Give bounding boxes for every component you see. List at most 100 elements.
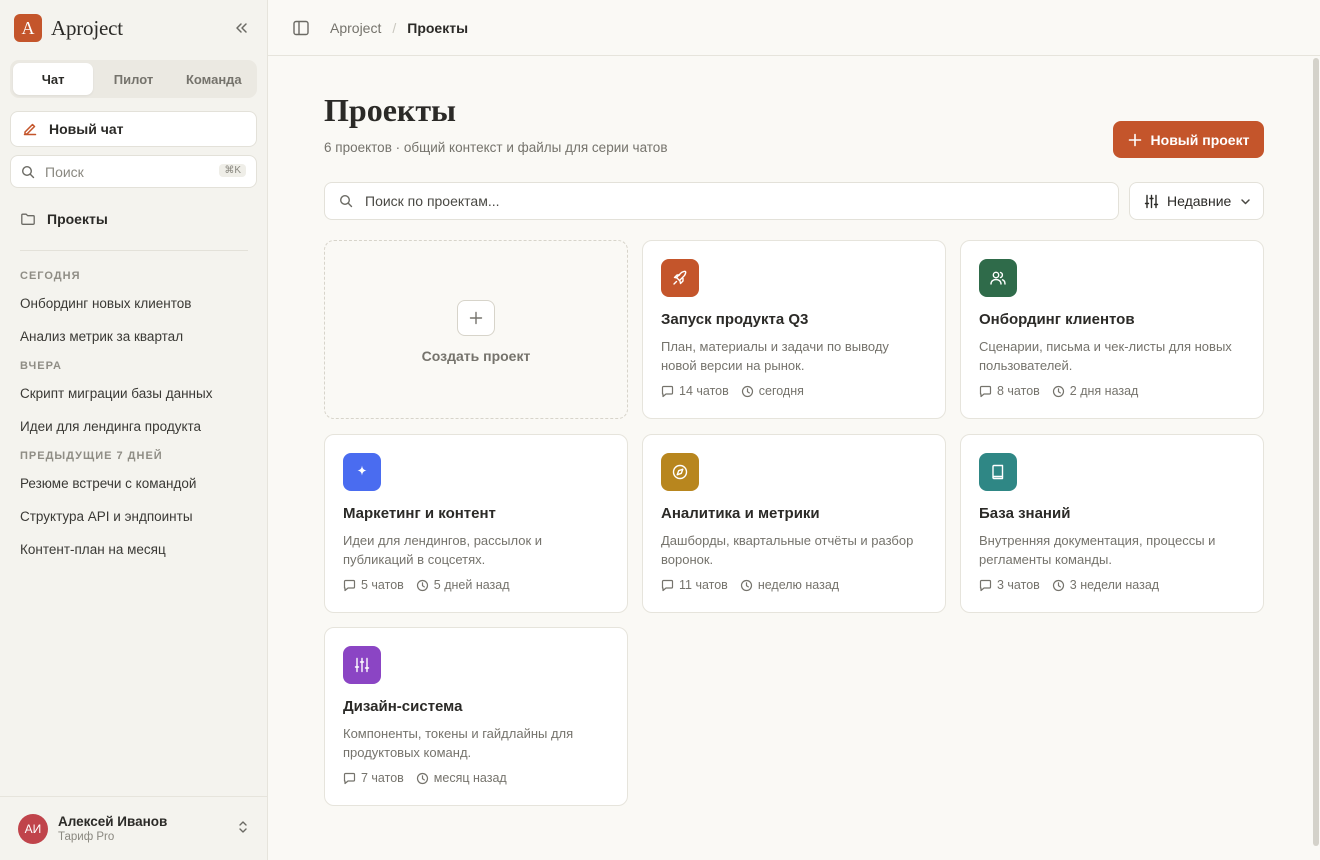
- compass-icon: [661, 453, 699, 491]
- history-item[interactable]: Контент-план на месяц: [20, 533, 250, 566]
- history-group-today: СЕГОДНЯ: [20, 270, 81, 282]
- project-search[interactable]: [324, 182, 1119, 220]
- page-subtitle: 6 проектов · общий контекст и файлы для …: [324, 140, 668, 155]
- sidebar-search[interactable]: ⌘K: [10, 155, 257, 188]
- breadcrumb-current: Проекты: [407, 19, 469, 36]
- project-description: Сценарии, письма и чек-листы для новых п…: [979, 339, 1232, 373]
- project-title: Онбординг клиентов: [979, 311, 1135, 328]
- project-description: Компоненты, токены и гайдлайны для проду…: [343, 726, 574, 760]
- avatar: АИ: [18, 813, 48, 844]
- history-item[interactable]: Скрипт миграции базы данных: [20, 377, 250, 410]
- clock-icon: [741, 385, 753, 397]
- project-updated: сегодня: [758, 384, 804, 398]
- project-title: Дизайн-система: [343, 698, 463, 715]
- top-bar: Aproject / Проекты: [268, 0, 1320, 56]
- project-title: Запуск продукта Q3: [661, 311, 809, 328]
- history-item[interactable]: Идеи для лендинга продукта: [20, 410, 250, 443]
- brand[interactable]: A Aproject: [14, 14, 123, 42]
- project-meta: 7 чатов месяц назад: [343, 771, 609, 785]
- history-item[interactable]: Анализ метрик за квартал: [20, 320, 250, 353]
- history-group-week: ПРЕДЫДУЩИЕ 7 ДНЕЙ: [20, 450, 163, 462]
- user-menu[interactable]: АИ Алексей Иванов Тариф Pro: [0, 796, 267, 860]
- history-item[interactable]: Структура API и эндпоинты: [20, 500, 250, 533]
- mode-tabs: Чат Пилот Команда: [10, 60, 257, 98]
- collapse-sidebar-button[interactable]: [228, 16, 254, 40]
- sidebar-item-projects[interactable]: Проекты: [20, 211, 108, 227]
- new-chat-label: Новый чат: [49, 121, 124, 137]
- project-card[interactable]: Онбординг клиентов Сценарии, письма и че…: [960, 240, 1264, 419]
- plus-icon: [1128, 133, 1141, 146]
- sliders-icon: [343, 646, 381, 684]
- project-card[interactable]: Аналитика и метрики Дашборды, квартальны…: [642, 434, 946, 613]
- project-card[interactable]: Маркетинг и контент Идеи для лендингов, …: [324, 434, 628, 613]
- users-icon: [979, 259, 1017, 297]
- project-description: Дашборды, квартальные отчёты и разбор во…: [661, 533, 914, 567]
- project-meta: 8 чатов 2 дня назад: [979, 384, 1245, 398]
- project-updated: месяц назад: [433, 771, 507, 785]
- rocket-icon: [661, 259, 699, 297]
- clock-icon: [416, 772, 428, 784]
- project-updated: 5 дней назад: [433, 578, 510, 592]
- folder-icon: [21, 213, 35, 225]
- new-project-button[interactable]: Новый проект: [1113, 121, 1264, 158]
- chevrons-updown-icon[interactable]: [237, 819, 249, 838]
- project-description: План, материалы и задачи по выводу новой…: [661, 339, 889, 373]
- project-card[interactable]: Запуск продукта Q3 План, материалы и зад…: [642, 240, 946, 419]
- project-chats-count: 14 чатов: [679, 384, 729, 398]
- project-updated: 2 дня назад: [1069, 384, 1139, 398]
- history-item[interactable]: Резюме встречи с командой: [20, 467, 250, 500]
- page-title: Проекты: [324, 92, 457, 128]
- sidebar-item-projects-label: Проекты: [47, 211, 108, 227]
- search-icon: [339, 194, 353, 208]
- clock-icon: [740, 579, 752, 591]
- sort-label: Недавние: [1167, 193, 1232, 209]
- chat-bubble-icon: [979, 385, 992, 397]
- sidebar-search-input[interactable]: [45, 163, 205, 180]
- project-card[interactable]: Дизайн-система Компоненты, токены и гайд…: [324, 627, 628, 806]
- chat-bubble-icon: [343, 579, 356, 591]
- project-updated: неделю назад: [757, 578, 840, 592]
- create-project-card[interactable]: Создать проект: [324, 240, 628, 419]
- chevron-down-icon: [1240, 196, 1251, 207]
- panel-left-icon: [293, 20, 309, 35]
- clock-icon: [416, 579, 428, 591]
- project-chats-count: 3 чатов: [997, 578, 1040, 592]
- chat-bubble-icon: [661, 385, 674, 397]
- brand-logo: A: [14, 14, 42, 42]
- history-group-yesterday: ВЧЕРА: [20, 360, 62, 372]
- project-meta: 3 чатов 3 недели назад: [979, 578, 1245, 592]
- project-meta: 14 чатов сегодня: [661, 384, 927, 398]
- sidebar-divider: [20, 250, 248, 251]
- tab-chat[interactable]: Чат: [13, 63, 94, 95]
- main-scrollbar[interactable]: [1313, 58, 1319, 846]
- tab-team[interactable]: Команда: [174, 63, 254, 95]
- project-title: Аналитика и метрики: [661, 505, 820, 522]
- breadcrumb-root[interactable]: Aproject: [330, 20, 381, 36]
- chat-bubble-icon: [343, 772, 356, 784]
- project-search-input[interactable]: [365, 193, 1065, 209]
- new-project-label: Новый проект: [1150, 131, 1250, 148]
- brand-name: Aproject: [51, 15, 123, 40]
- breadcrumb-separator: /: [392, 19, 397, 36]
- search-shortcut-badge: ⌘K: [219, 164, 246, 177]
- new-chat-button[interactable]: Новый чат: [10, 111, 257, 147]
- sidebar: A Aproject Чат Пилот Команда Новый чат ⌘…: [0, 0, 268, 860]
- project-title: Маркетинг и контент: [343, 505, 496, 522]
- project-description: Идеи для лендингов, рассылок и публикаци…: [343, 533, 543, 567]
- project-meta: 11 чатов неделю назад: [661, 578, 927, 592]
- tab-pilot[interactable]: Пилот: [93, 63, 173, 95]
- project-updated: 3 недели назад: [1069, 578, 1160, 592]
- project-card[interactable]: База знаний Внутренняя документация, про…: [960, 434, 1264, 613]
- chat-bubble-icon: [661, 579, 674, 591]
- plus-icon: [457, 299, 495, 336]
- clock-icon: [1052, 385, 1064, 397]
- project-title: База знаний: [979, 505, 1071, 522]
- toggle-sidebar-button[interactable]: [292, 19, 310, 37]
- history-item[interactable]: Онбординг новых клиентов: [20, 287, 250, 320]
- clock-icon: [1052, 579, 1064, 591]
- project-chats-count: 7 чатов: [361, 771, 404, 785]
- sliders-icon: [1144, 194, 1159, 208]
- sort-dropdown[interactable]: Недавние: [1129, 182, 1264, 220]
- chat-bubble-icon: [979, 579, 992, 591]
- user-name: Алексей Иванов: [58, 814, 168, 829]
